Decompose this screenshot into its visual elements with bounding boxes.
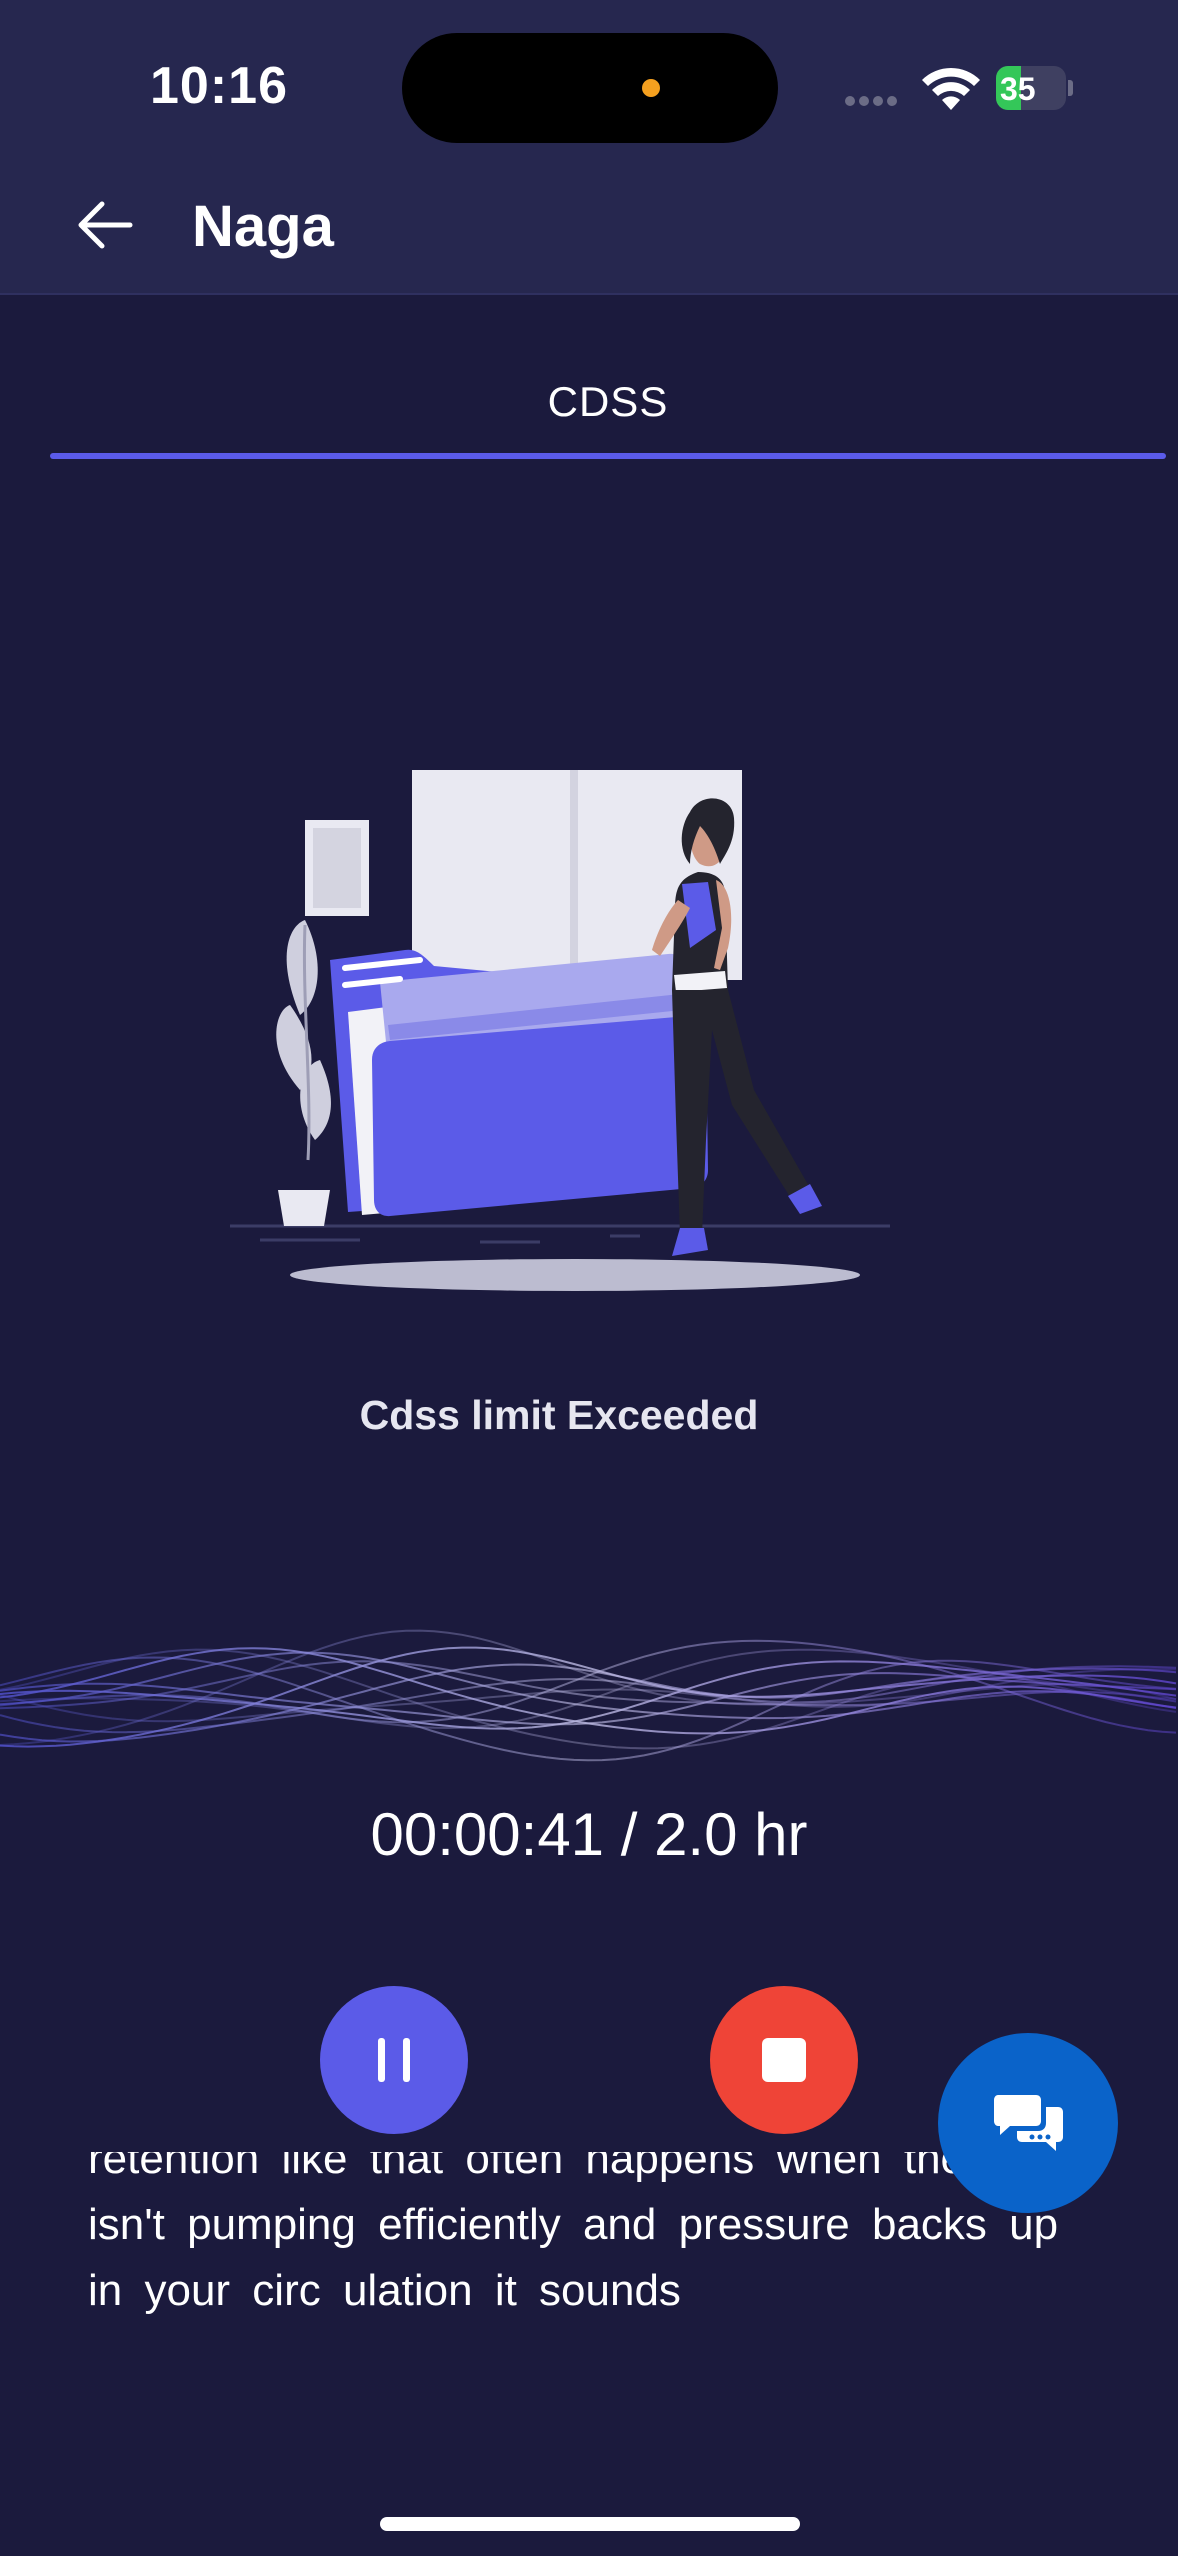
audio-waveform: [0, 1629, 1177, 1762]
battery-percent: 35: [1000, 71, 1036, 107]
privacy-indicator-dot: [642, 79, 660, 97]
stop-icon: [762, 2038, 806, 2082]
wave-strand: [0, 1672, 1177, 1726]
battery-icon: 35: [996, 66, 1073, 110]
back-button[interactable]: [70, 190, 140, 260]
chat-bubbles-icon: [994, 2095, 1063, 2151]
page-title: Naga: [192, 194, 334, 259]
pause-button[interactable]: [320, 1986, 468, 2134]
tab-cdss[interactable]: CDSS: [50, 343, 1166, 463]
cellular-signal-icon: [845, 93, 905, 106]
arrow-left-icon: [78, 201, 133, 249]
top-bar: 10:16 35 Naga: [0, 0, 1178, 295]
limit-message: Cdss limit Exceeded: [359, 1392, 759, 1438]
battery-cap: [1068, 80, 1073, 96]
app-screen: 10:16 35 Naga CDSS Cdss limit Exceeded 0…: [0, 0, 1178, 2556]
battery-body: 35: [996, 66, 1066, 110]
dynamic-island: [402, 33, 778, 143]
chat-button[interactable]: [938, 2033, 1118, 2213]
transcript-text: retention like that often happens when t…: [88, 2152, 1098, 2372]
home-indicator: [380, 2517, 800, 2531]
recording-timer: 00:00:41 / 2.0 hr: [370, 1801, 808, 1868]
status-time: 10:16: [150, 57, 288, 115]
transcript-content: retention like that often happens when t…: [88, 2152, 1088, 2315]
tab-label: CDSS: [547, 378, 669, 425]
stop-button[interactable]: [710, 1986, 858, 2134]
tab-active-indicator: [50, 453, 1166, 459]
wifi-icon: [922, 67, 980, 110]
folder-illustration: [230, 770, 890, 1291]
